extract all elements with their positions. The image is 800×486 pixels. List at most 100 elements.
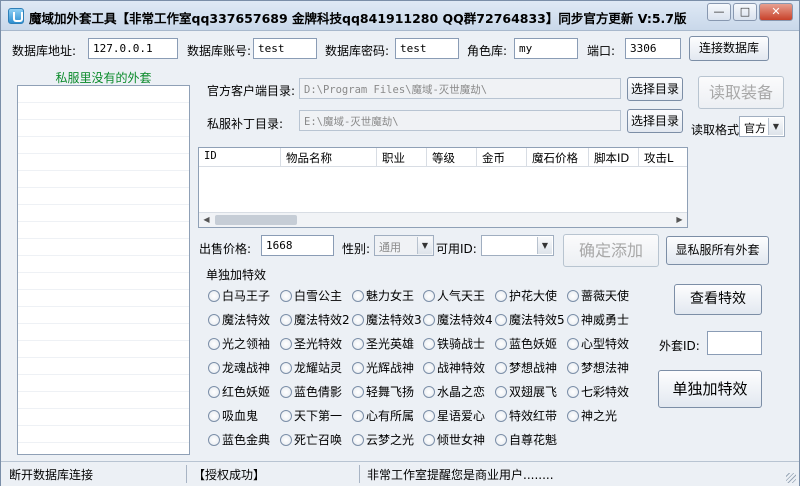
radio-circle-icon[interactable] <box>280 434 292 446</box>
radio-circle-icon[interactable] <box>208 338 220 350</box>
effect-radio[interactable]: 七彩特效 <box>567 383 629 401</box>
items-table[interactable]: ID 物品名称 职业 等级 金币 魔石价格 脚本ID 攻击L ◀ ▶ <box>198 147 688 228</box>
radio-circle-icon[interactable] <box>208 410 220 422</box>
effect-radio[interactable]: 天下第一 <box>280 407 342 425</box>
private-dir-input[interactable]: E:\魔域-灭世魔劫\ <box>299 110 621 131</box>
col-script-id[interactable]: 脚本ID <box>589 148 639 167</box>
radio-circle-icon[interactable] <box>352 314 364 326</box>
effect-radio[interactable]: 圣光英雄 <box>352 335 414 353</box>
scrollbar-thumb[interactable] <box>215 215 297 225</box>
effect-radio[interactable]: 红色妖姬 <box>208 383 270 401</box>
col-class[interactable]: 职业 <box>377 148 427 167</box>
port-input[interactable]: 3306 <box>625 38 681 59</box>
effect-radio[interactable]: 魅力女王 <box>352 287 414 305</box>
radio-circle-icon[interactable] <box>280 314 292 326</box>
effect-radio[interactable]: 轻舞飞扬 <box>352 383 414 401</box>
radio-circle-icon[interactable] <box>352 290 364 302</box>
effect-radio[interactable]: 心型特效 <box>567 335 629 353</box>
effect-radio[interactable]: 蓝色倩影 <box>280 383 342 401</box>
select-official-dir-button[interactable]: 选择目录 <box>627 77 683 101</box>
effect-radio[interactable]: 神威勇士 <box>567 311 629 329</box>
effect-radio[interactable]: 星语爱心 <box>423 407 485 425</box>
radio-circle-icon[interactable] <box>423 290 435 302</box>
radio-circle-icon[interactable] <box>495 434 507 446</box>
radio-circle-icon[interactable] <box>495 338 507 350</box>
radio-circle-icon[interactable] <box>352 362 364 374</box>
radio-circle-icon[interactable] <box>280 290 292 302</box>
col-item-name[interactable]: 物品名称 <box>281 148 377 167</box>
effect-radio[interactable]: 水晶之恋 <box>423 383 485 401</box>
col-attack-low[interactable]: 攻击L <box>639 148 687 167</box>
effect-radio[interactable]: 龙耀站灵 <box>280 359 342 377</box>
radio-circle-icon[interactable] <box>352 410 364 422</box>
effect-radio[interactable]: 白马王子 <box>208 287 270 305</box>
db-account-input[interactable]: test <box>253 38 317 59</box>
radio-circle-icon[interactable] <box>567 314 579 326</box>
effect-radio[interactable]: 魔法特效5 <box>495 311 565 329</box>
read-equipment-button[interactable]: 读取装备 <box>698 76 784 109</box>
radio-circle-icon[interactable] <box>280 386 292 398</box>
effect-radio[interactable]: 死亡召唤 <box>280 431 342 449</box>
radio-circle-icon[interactable] <box>208 362 220 374</box>
coat-id-input[interactable] <box>707 331 762 355</box>
effect-radio[interactable]: 云梦之光 <box>352 431 414 449</box>
effect-radio[interactable]: 龙魂战神 <box>208 359 270 377</box>
maximize-button[interactable]: □ <box>733 3 757 21</box>
show-all-coats-button[interactable]: 显私服所有外套 <box>666 236 769 265</box>
effect-radio[interactable]: 吸血鬼 <box>208 407 258 425</box>
radio-circle-icon[interactable] <box>495 290 507 302</box>
effect-radio[interactable]: 魔法特效 <box>208 311 270 329</box>
effect-radio[interactable]: 神之光 <box>567 407 617 425</box>
col-stone-price[interactable]: 魔石价格 <box>527 148 589 167</box>
close-button[interactable]: ✕ <box>759 3 793 21</box>
effect-radio[interactable]: 蔷薇天使 <box>567 287 629 305</box>
radio-circle-icon[interactable] <box>352 434 364 446</box>
radio-circle-icon[interactable] <box>423 362 435 374</box>
table-horizontal-scrollbar[interactable]: ◀ ▶ <box>199 212 687 227</box>
radio-circle-icon[interactable] <box>423 434 435 446</box>
radio-circle-icon[interactable] <box>208 434 220 446</box>
radio-circle-icon[interactable] <box>423 410 435 422</box>
effect-radio[interactable]: 人气天王 <box>423 287 485 305</box>
read-format-select[interactable]: 官方 ▼ <box>739 116 785 137</box>
minimize-button[interactable]: — <box>707 3 731 21</box>
radio-circle-icon[interactable] <box>495 386 507 398</box>
radio-circle-icon[interactable] <box>208 290 220 302</box>
radio-circle-icon[interactable] <box>423 386 435 398</box>
effect-radio[interactable]: 白雪公主 <box>280 287 342 305</box>
effect-radio[interactable]: 魔法特效2 <box>280 311 350 329</box>
scroll-right-icon[interactable]: ▶ <box>672 213 687 227</box>
radio-circle-icon[interactable] <box>495 362 507 374</box>
effect-radio[interactable]: 蓝色金典 <box>208 431 270 449</box>
effect-radio[interactable]: 光之领袖 <box>208 335 270 353</box>
effect-radio[interactable]: 梦想战神 <box>495 359 557 377</box>
radio-circle-icon[interactable] <box>495 410 507 422</box>
radio-circle-icon[interactable] <box>567 410 579 422</box>
connect-db-button[interactable]: 连接数据库 <box>689 36 769 61</box>
usable-id-select[interactable]: ▼ <box>481 235 554 256</box>
effect-radio[interactable]: 光辉战神 <box>352 359 414 377</box>
sale-price-input[interactable]: 1668 <box>261 235 334 256</box>
missing-coats-list[interactable] <box>17 85 190 455</box>
effect-radio[interactable]: 铁骑战士 <box>423 335 485 353</box>
scroll-left-icon[interactable]: ◀ <box>199 213 214 227</box>
db-password-input[interactable]: test <box>395 38 459 59</box>
official-dir-input[interactable]: D:\Program Files\魔域-灭世魔劫\ <box>299 78 621 99</box>
gender-select[interactable]: 通用 ▼ <box>374 235 434 256</box>
effect-radio[interactable]: 心有所属 <box>352 407 414 425</box>
select-private-dir-button[interactable]: 选择目录 <box>627 109 683 133</box>
effect-radio[interactable]: 蓝色妖姬 <box>495 335 557 353</box>
effect-radio[interactable]: 圣光特效 <box>280 335 342 353</box>
radio-circle-icon[interactable] <box>423 314 435 326</box>
confirm-add-button[interactable]: 确定添加 <box>563 234 659 267</box>
effect-radio[interactable]: 倾世女神 <box>423 431 485 449</box>
view-effects-button[interactable]: 查看特效 <box>674 284 762 315</box>
radio-circle-icon[interactable] <box>352 338 364 350</box>
radio-circle-icon[interactable] <box>280 362 292 374</box>
radio-circle-icon[interactable] <box>423 338 435 350</box>
add-effect-button[interactable]: 单独加特效 <box>658 370 762 408</box>
radio-circle-icon[interactable] <box>208 314 220 326</box>
effect-radio[interactable]: 魔法特效4 <box>423 311 493 329</box>
role-db-input[interactable]: my <box>514 38 578 59</box>
radio-circle-icon[interactable] <box>352 386 364 398</box>
